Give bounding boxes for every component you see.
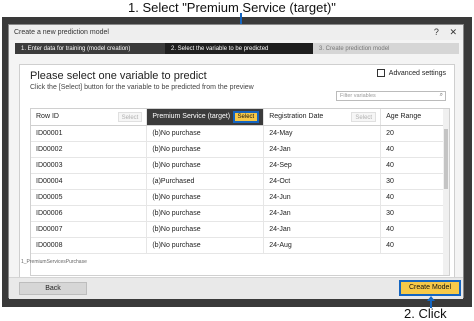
back-button[interactable]: Back bbox=[19, 282, 87, 295]
filter-variables-input[interactable]: Filter variables ⌕ bbox=[336, 91, 446, 101]
create-model-dialog: Create a new prediction model ? ✕ 1. Ent… bbox=[8, 24, 464, 299]
search-icon: ⌕ bbox=[439, 92, 443, 98]
table-row: ID00003 (b)No purchase 24-Sep 40 bbox=[31, 157, 449, 174]
advanced-settings-label: Advanced settings bbox=[388, 69, 446, 77]
table-row: ID00007 (b)No purchase 24-Jan 40 bbox=[31, 221, 449, 238]
column-header-registration-date: Registration Date Select bbox=[263, 109, 382, 126]
select-button-premium-service[interactable]: Select bbox=[232, 111, 260, 123]
select-button-registration-date[interactable]: Select bbox=[351, 112, 377, 122]
table-row: ID00001 (b)No purchase 24-May 20 bbox=[31, 125, 449, 142]
table-row: ID00008 (b)No purchase 24-Aug 40 bbox=[31, 237, 449, 254]
dataset-name: 1_PremiumServicesPurchase bbox=[21, 259, 87, 265]
instruction-select-target: 1. Select "Premium Service (target)" bbox=[128, 0, 336, 15]
variable-selection-panel: Please select one variable to predict Cl… bbox=[19, 64, 455, 286]
close-icon[interactable]: ✕ bbox=[449, 27, 457, 37]
advanced-settings-toggle[interactable]: Advanced settings bbox=[376, 69, 446, 77]
help-icon[interactable]: ? bbox=[434, 27, 439, 37]
table-row: ID00004 (a)Purchased 24-Oct 30 bbox=[31, 173, 449, 190]
filter-placeholder: Filter variables bbox=[340, 93, 376, 99]
step-create-model: 3. Create prediction model bbox=[313, 43, 459, 54]
wizard-steps: 1. Enter data for training (model creati… bbox=[15, 43, 459, 54]
table-row: ID00005 (b)No purchase 24-Jun 40 bbox=[31, 189, 449, 206]
screenshot-stage: 1. Select "Premium Service (target)" Cre… bbox=[0, 0, 474, 321]
column-header-premium-service: Premium Service (target) Select bbox=[146, 109, 265, 126]
panel-title: Please select one variable to predict bbox=[30, 70, 207, 82]
create-model-button[interactable]: Create Model bbox=[399, 280, 461, 296]
column-header-age-range: Age Range bbox=[380, 109, 449, 126]
table-scrollbar[interactable] bbox=[443, 109, 449, 275]
step-select-variable[interactable]: 2. Select the variable to be predicted bbox=[165, 43, 313, 54]
column-header-row-id: Row ID Select bbox=[31, 109, 148, 126]
scrollbar-thumb[interactable] bbox=[444, 129, 448, 189]
dialog-title: Create a new prediction model bbox=[9, 25, 463, 40]
dialog-footer: Back Create Model bbox=[9, 277, 463, 299]
step-enter-data[interactable]: 1. Enter data for training (model creati… bbox=[15, 43, 165, 54]
arrow-head-create bbox=[427, 296, 435, 301]
advanced-settings-checkbox[interactable] bbox=[376, 69, 385, 77]
instruction-click: 2. Click bbox=[404, 306, 447, 321]
table-row: ID00002 (b)No purchase 24-Jan 40 bbox=[31, 141, 449, 158]
table-row: ID00006 (b)No purchase 24-Jan 30 bbox=[31, 205, 449, 222]
preview-table: Row ID Select Premium Service (target) S… bbox=[30, 108, 450, 276]
select-button-row-id[interactable]: Select bbox=[117, 112, 143, 122]
panel-subtitle: Click the [Select] button for the variab… bbox=[30, 84, 254, 91]
